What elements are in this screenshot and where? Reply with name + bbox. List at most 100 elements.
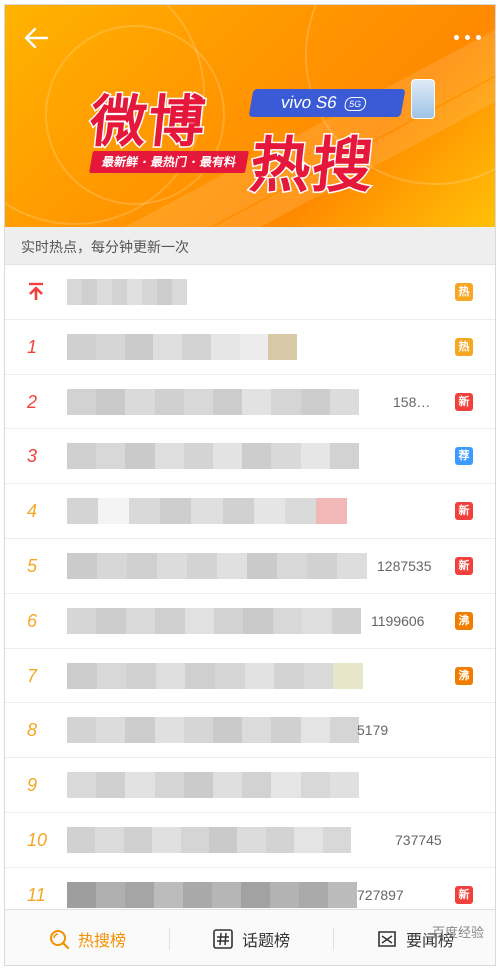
blur-pixel	[300, 772, 330, 799]
status-badge: 新	[455, 392, 473, 411]
blur-pixel	[152, 826, 181, 853]
blur-pixel	[329, 772, 359, 799]
blur-pixel	[182, 333, 211, 360]
tab-topics[interactable]: 话题榜	[169, 910, 333, 965]
blur-pixel	[157, 279, 172, 305]
bottom-tab-bar: 热搜榜 话题榜 要闻榜	[5, 909, 495, 965]
status-badge: 新	[455, 885, 473, 904]
blur-pixel	[67, 333, 96, 360]
blur-pixel	[126, 662, 156, 689]
hot-search-row[interactable]: 8 5179	[5, 703, 495, 759]
blurred-title	[67, 881, 357, 908]
blur-pixel	[155, 662, 186, 689]
hot-search-row[interactable]: 6 1199606 沸	[5, 593, 495, 649]
search-count: 737745	[395, 831, 442, 848]
hot-search-row[interactable]: 1热	[5, 319, 495, 375]
hashtag-icon	[213, 928, 233, 949]
blur-pixel	[96, 717, 126, 744]
blur-pixel	[274, 662, 304, 689]
blur-pixel	[284, 498, 316, 525]
rank-number: 7	[27, 665, 38, 686]
blur-pixel	[96, 388, 126, 415]
blur-pixel	[160, 498, 192, 525]
tab-hot-search[interactable]: 热搜榜	[5, 910, 169, 965]
hot-search-row[interactable]: 10 737745	[5, 812, 495, 868]
sponsor-5g-badge: 5G	[344, 96, 367, 111]
blur-pixel	[153, 333, 182, 360]
blur-pixel	[270, 881, 299, 908]
blurred-title	[67, 607, 361, 634]
blur-pixel	[180, 826, 210, 853]
hot-search-row[interactable]: 2 158… 新	[5, 374, 495, 430]
back-arrow-icon	[24, 27, 49, 49]
blur-pixel	[96, 443, 126, 470]
baidu-jingyan-watermark: 百度经验	[431, 926, 484, 941]
blur-pixel	[67, 881, 96, 908]
blur-pixel	[329, 388, 359, 415]
pinned-top-icon	[29, 282, 43, 300]
blur-pixel	[172, 279, 187, 305]
blur-pixel	[67, 552, 97, 579]
blur-pixel	[328, 881, 357, 908]
blur-pixel	[98, 498, 130, 525]
blur-pixel	[154, 881, 183, 908]
more-options-button[interactable]	[447, 25, 487, 49]
rank-number: 5	[27, 555, 38, 576]
blur-pixel	[82, 279, 97, 305]
blur-pixel	[185, 662, 215, 689]
hot-search-row[interactable]: 3荐	[5, 429, 495, 485]
hot-search-row[interactable]: 9	[5, 758, 495, 813]
blur-pixel	[67, 498, 99, 525]
blur-pixel	[222, 498, 254, 525]
blur-pixel	[242, 772, 272, 799]
blur-pixel	[213, 717, 243, 744]
hot-search-row[interactable]: 5 1287535 新	[5, 538, 495, 594]
blur-pixel	[125, 443, 155, 470]
tab-hot-search-label: 热搜榜	[77, 930, 126, 950]
hot-search-row[interactable]: 7沸	[5, 648, 495, 704]
blur-pixel	[307, 552, 337, 579]
blur-pixel	[315, 498, 347, 525]
blur-pixel	[337, 552, 367, 579]
rank-number: 6	[27, 610, 38, 631]
blurred-title	[67, 279, 187, 305]
blur-pixel	[239, 333, 269, 360]
blur-pixel	[95, 333, 125, 360]
blur-pixel	[127, 552, 157, 579]
more-dot-icon	[464, 34, 470, 40]
blur-pixel	[303, 662, 334, 689]
blur-pixel	[67, 717, 97, 744]
blur-pixel	[271, 388, 301, 415]
blur-pixel	[183, 881, 212, 908]
blur-pixel	[333, 662, 363, 689]
blur-pixel	[209, 826, 238, 853]
status-badge: 热	[455, 283, 473, 301]
blur-pixel	[242, 443, 272, 470]
hot-search-row[interactable]: 热	[5, 265, 495, 320]
blur-pixel	[213, 443, 243, 470]
blur-pixel	[67, 443, 97, 470]
blurred-title	[67, 498, 347, 525]
status-badge: 沸	[455, 666, 473, 685]
blur-pixel	[96, 662, 127, 689]
sponsor-name: vivo S6	[279, 93, 339, 112]
blur-pixel	[300, 388, 330, 415]
blur-pixel	[247, 552, 277, 579]
blurred-title	[67, 388, 359, 415]
back-button[interactable]	[19, 21, 53, 55]
rank-number: 1	[27, 336, 38, 357]
rank-number: 2	[27, 391, 38, 412]
blur-pixel	[154, 772, 184, 799]
blur-pixel	[268, 333, 297, 360]
status-badge: 荐	[455, 447, 473, 466]
blurred-title	[67, 717, 359, 744]
weibo-hot-search-logo: 微博 vivo S6 5G 热搜 最新鲜 · 最热门 · 最有料	[86, 77, 435, 203]
banner-slogan: 最新鲜 · 最热门 · 最有料	[89, 151, 249, 173]
blur-pixel	[277, 552, 307, 579]
blur-pixel	[242, 717, 272, 744]
hot-search-row[interactable]: 4新	[5, 484, 495, 539]
blur-pixel	[237, 826, 266, 853]
phone-image-icon	[411, 79, 435, 119]
blur-pixel	[299, 881, 328, 908]
blur-pixel	[331, 607, 361, 634]
